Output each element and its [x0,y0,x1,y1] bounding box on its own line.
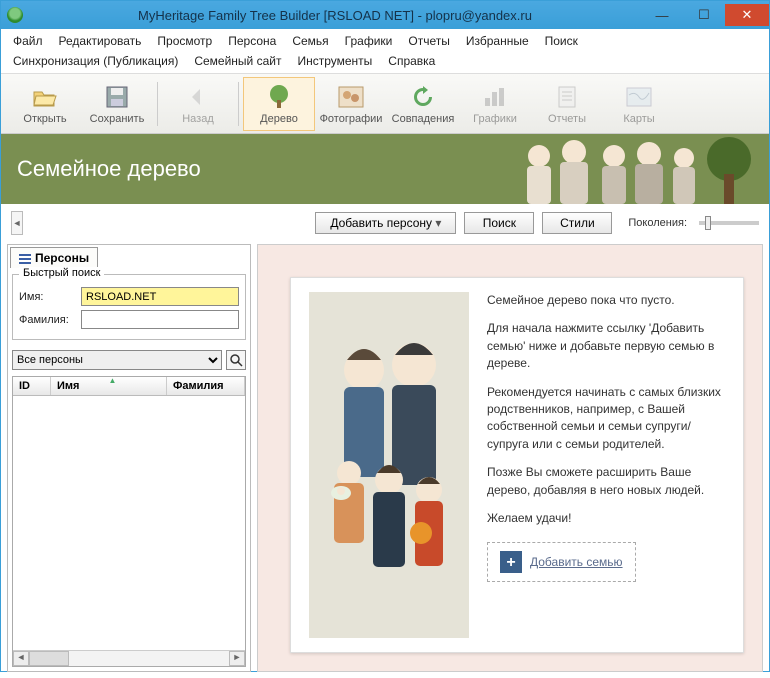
persons-table: ID Имя Фамилия ◄► [12,376,246,667]
quick-search-label: Быстрый поиск [19,267,104,279]
window-title: MyHeritage Family Tree Builder [RSLOAD N… [29,8,641,23]
charts-button[interactable]: Графики [459,77,531,131]
generations-label: Поколения: [628,217,687,229]
open-button[interactable]: Открыть [9,77,81,131]
maps-button[interactable]: Карты [603,77,675,131]
empty-p1: Семейное дерево пока что пусто. [487,292,725,309]
menu-person[interactable]: Персона [220,31,284,51]
magnify-icon [229,353,243,367]
empty-p4: Позже Вы сможете расширить Ваше дерево, … [487,464,725,499]
menu-search[interactable]: Поиск [537,31,586,51]
tree-controls: ◄ Добавить персону Поиск Стили Поколения… [1,204,769,238]
quick-search-group: Быстрый поиск Имя: Фамилия: [12,274,246,340]
menu-favorites[interactable]: Избранные [458,31,537,51]
horizontal-scrollbar[interactable]: ◄► [13,650,245,666]
generations-slider[interactable] [699,221,759,225]
search-icon-button[interactable] [226,350,246,370]
empty-p3: Рекомендуется начинать с самых близких р… [487,384,725,454]
back-button[interactable]: Назад [162,77,234,131]
menu-family[interactable]: Семья [284,31,336,51]
collapse-sidebar-button[interactable]: ◄ [11,211,23,235]
plus-icon: + [500,551,522,573]
page-title: Семейное дерево [17,156,201,182]
menubar: Файл Редактировать Просмотр Персона Семь… [1,29,769,74]
family-illustration-icon [309,292,469,638]
maximize-button[interactable]: ☐ [683,4,725,26]
menu-help[interactable]: Справка [380,51,443,71]
tab-persons[interactable]: Персоны [10,247,98,268]
menu-edit[interactable]: Редактировать [51,31,150,51]
name-label: Имя: [19,291,75,303]
menu-tools[interactable]: Инструменты [289,51,380,71]
col-surname[interactable]: Фамилия [167,377,245,395]
banner: Семейное дерево [1,134,769,204]
document-icon [553,83,581,111]
toolbar: Открыть Сохранить Назад Дерево Фотографи… [1,74,769,134]
filter-select[interactable]: Все персоны [12,350,222,370]
col-id[interactable]: ID [13,377,51,395]
add-family-link: Добавить семью [530,554,623,571]
matches-button[interactable]: Совпадения [387,77,459,131]
col-name[interactable]: Имя [51,377,167,395]
menu-view[interactable]: Просмотр [149,31,220,51]
surname-label: Фамилия: [19,314,75,326]
tree-canvas: Семейное дерево пока что пусто. Для нача… [257,244,763,672]
photos-icon [337,83,365,111]
empty-state-card: Семейное дерево пока что пусто. Для нача… [290,277,744,653]
refresh-icon [409,83,437,111]
surname-input[interactable] [81,310,239,329]
floppy-icon [103,83,131,111]
menu-charts[interactable]: Графики [337,31,401,51]
reports-button[interactable]: Отчеты [531,77,603,131]
styles-button[interactable]: Стили [542,212,612,234]
name-input[interactable] [81,287,239,306]
menu-reports[interactable]: Отчеты [400,31,457,51]
app-icon [7,7,23,23]
sidebar: Персоны Быстрый поиск Имя: Фамилия: Все … [7,244,251,672]
empty-p2: Для начала нажмите ссылку 'Добавить семь… [487,320,725,372]
search-button[interactable]: Поиск [464,212,534,234]
table-body [13,396,245,650]
minimize-button[interactable]: — [641,4,683,26]
menu-sync[interactable]: Синхронизация (Публикация) [5,51,186,71]
banner-illustration-icon [499,134,759,204]
empty-p5: Желаем удачи! [487,510,725,527]
tree-icon [265,83,293,111]
photos-button[interactable]: Фотографии [315,77,387,131]
empty-state-text: Семейное дерево пока что пусто. Для нача… [487,292,725,638]
tree-button[interactable]: Дерево [243,77,315,131]
add-person-button[interactable]: Добавить персону [315,212,456,234]
titlebar: MyHeritage Family Tree Builder [RSLOAD N… [1,1,769,29]
arrow-left-icon [184,83,212,111]
menu-site[interactable]: Семейный сайт [186,51,289,71]
folder-open-icon [31,83,59,111]
list-icon [19,254,31,264]
menu-file[interactable]: Файл [5,31,51,51]
map-icon [625,83,653,111]
chart-icon [481,83,509,111]
close-button[interactable]: ✕ [725,4,769,26]
save-button[interactable]: Сохранить [81,77,153,131]
add-family-button[interactable]: + Добавить семью [487,542,636,582]
